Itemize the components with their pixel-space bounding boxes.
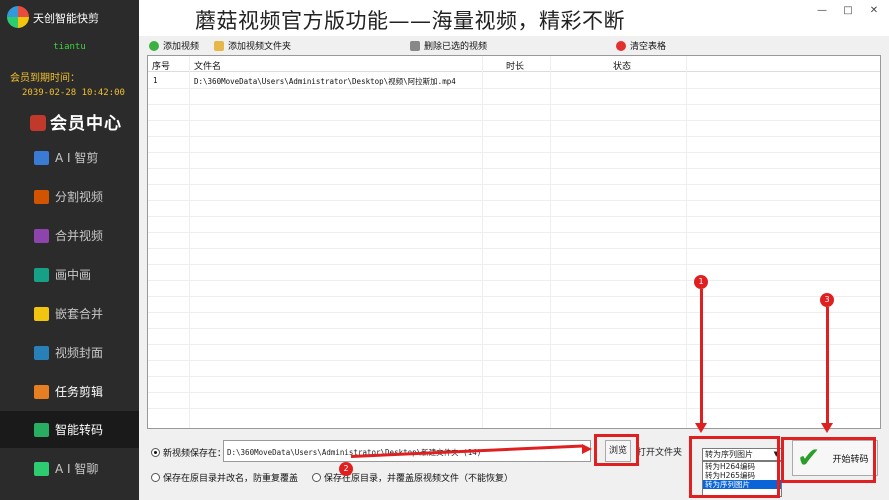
picture-in-picture-icon	[34, 267, 49, 282]
row-divider	[148, 152, 880, 153]
annotation-arrow-2	[582, 444, 592, 454]
row-divider	[148, 408, 880, 409]
sidebar-item-task-edit[interactable]: 任务剪辑	[0, 373, 139, 410]
split-video-icon	[34, 189, 49, 204]
app-title: 天创智能快剪	[33, 12, 99, 25]
row-divider	[148, 360, 880, 361]
row-divider	[148, 200, 880, 201]
sidebar-item-picture-in-picture[interactable]: 画中画	[0, 256, 139, 293]
row-divider	[148, 344, 880, 345]
row-divider	[148, 120, 880, 121]
cell-index: 1	[153, 76, 158, 85]
column-divider	[482, 56, 483, 428]
annotation-box-start	[781, 437, 876, 483]
folder-icon	[214, 40, 224, 51]
row-divider	[148, 376, 880, 377]
row-divider	[148, 296, 880, 297]
row-divider	[148, 248, 880, 249]
sidebar-item-smart-transcode[interactable]: 智能转码	[0, 411, 139, 448]
row-divider	[148, 264, 880, 265]
save-new-location-radio[interactable]: 新视频保存在：	[151, 446, 226, 459]
row-divider	[148, 392, 880, 393]
clear-table-button[interactable]: 清空表格	[616, 39, 666, 52]
plus-icon	[149, 40, 159, 51]
row-divider	[148, 136, 880, 137]
annotation-box-browse	[594, 434, 639, 466]
delete-icon	[410, 40, 420, 51]
delete-selected-button[interactable]: 删除已选的视频	[410, 39, 487, 52]
table-header: 序号 文件名 时长 状态	[148, 56, 880, 72]
annotation-line-3	[826, 307, 829, 424]
sidebar-item-video-cover[interactable]: 视频封面	[0, 334, 139, 371]
merge-video-icon	[34, 228, 49, 243]
toolbar: 添加视频 添加视频文件夹 删除已选的视频 清空表格	[139, 36, 889, 54]
row-divider	[148, 280, 880, 281]
row-divider	[148, 328, 880, 329]
video-table[interactable]: 序号 文件名 时长 状态 1 D:\360MoveData\Users\Admi…	[147, 55, 881, 429]
column-header-duration: 时长	[506, 62, 525, 72]
radio-selected-icon	[151, 448, 160, 457]
column-header-filename: 文件名	[194, 62, 222, 72]
banner: 蘑菇视频官方版功能——海量视频，精彩不断 — □ ✕	[139, 0, 889, 36]
sidebar-item-merge-video[interactable]: 合并视频	[0, 217, 139, 254]
annotation-badge-3: 3	[820, 293, 834, 307]
annotation-line-1	[700, 289, 703, 424]
close-button[interactable]: ✕	[867, 4, 881, 18]
radio-icon	[151, 473, 160, 482]
row-divider	[148, 168, 880, 169]
save-rename-radio[interactable]: 保存在原目录并改名，防重复覆盖	[151, 471, 298, 484]
column-divider	[550, 56, 551, 428]
sidebar-item-ai-chat[interactable]: A I 智聊	[0, 450, 139, 487]
member-icon	[30, 115, 46, 131]
annotation-badge-1: 1	[694, 275, 708, 289]
member-center-label: 会员中心	[50, 114, 122, 134]
minimize-button[interactable]: —	[815, 4, 829, 18]
annotation-box-format	[689, 436, 780, 498]
nested-merge-icon	[34, 306, 49, 321]
smart-transcode-icon	[34, 422, 49, 437]
expiry-label: 会员到期时间：	[10, 73, 80, 84]
ai-chat-icon	[34, 461, 49, 476]
expiry-time: 2039-02-28 10:42:00	[22, 88, 125, 98]
sidebar-item-split-video[interactable]: 分割视频	[0, 178, 139, 215]
banner-text: 蘑菇视频官方版功能——海量视频，精彩不断	[195, 9, 625, 33]
column-header-status: 状态	[613, 62, 632, 72]
column-header-index: 序号	[152, 62, 171, 72]
row-divider	[148, 312, 880, 313]
task-edit-icon	[34, 384, 49, 399]
add-folder-button[interactable]: 添加视频文件夹	[214, 39, 291, 52]
sidebar: 天创智能快剪 tiantu 会员到期时间： 2039-02-28 10:42:0…	[0, 0, 139, 500]
sidebar-item-ai-cut[interactable]: A I 智剪	[0, 139, 139, 176]
app-logo	[7, 6, 29, 28]
maximize-button[interactable]: □	[841, 4, 855, 18]
row-divider	[148, 104, 880, 105]
member-center-button[interactable]: 会员中心	[30, 109, 122, 134]
clear-icon	[616, 40, 626, 51]
ai-cut-icon	[34, 150, 49, 165]
row-divider	[148, 232, 880, 233]
sidebar-item-nested-merge[interactable]: 嵌套合并	[0, 295, 139, 332]
annotation-arrow-1	[695, 423, 707, 433]
column-divider	[686, 56, 687, 428]
main-panel: 蘑菇视频官方版功能——海量视频，精彩不断 — □ ✕ 添加视频 添加视频文件夹 …	[139, 0, 889, 500]
radio-icon	[312, 473, 321, 482]
column-divider	[189, 56, 190, 428]
video-cover-icon	[34, 345, 49, 360]
cell-filename: D:\360MoveData\Users\Administrator\Deskt…	[194, 77, 456, 86]
save-path-input[interactable]: D:\360MoveData\Users\Administrator\Deskt…	[223, 440, 591, 462]
annotation-badge-2: 2	[339, 462, 353, 476]
open-folder-link[interactable]: 打开文件夹	[637, 445, 682, 458]
annotation-arrow-3	[821, 423, 833, 433]
row-divider	[148, 184, 880, 185]
add-video-button[interactable]: 添加视频	[149, 39, 199, 52]
row-divider	[148, 216, 880, 217]
username: tiantu	[53, 42, 86, 52]
row-divider	[148, 88, 880, 89]
